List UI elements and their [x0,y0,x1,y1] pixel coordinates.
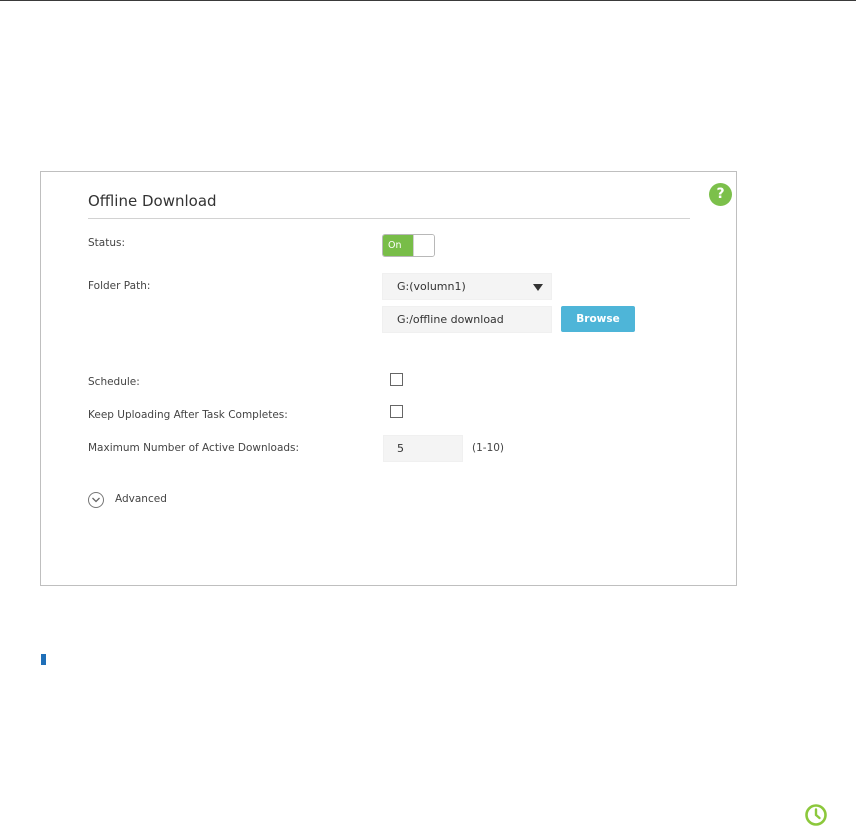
max-downloads-label: Maximum Number of Active Downloads: [88,442,300,454]
top-divider [0,0,856,1]
toggle-knob [413,235,434,256]
max-downloads-input[interactable]: 5 [383,435,463,462]
dropdown-arrow-icon [533,284,543,291]
schedule-checkbox[interactable] [390,373,403,386]
status-toggle[interactable]: On [382,234,435,257]
max-downloads-range-hint: (1-10) [472,442,505,454]
note-marker [41,654,46,665]
page-title: Offline Download [88,192,217,210]
folder-path-input[interactable]: G:/offline download [382,306,552,333]
keep-uploading-label: Keep Uploading After Task Completes: [88,409,288,421]
chevron-down-icon [92,497,100,503]
title-divider [88,218,690,219]
advanced-toggle[interactable]: Advanced [115,493,167,505]
volume-select-value: G:(volumn1) [397,280,466,293]
keep-uploading-checkbox[interactable] [390,405,403,418]
clock-icon [805,804,827,826]
folder-path-label: Folder Path: [88,280,151,292]
schedule-label: Schedule: [88,376,140,388]
toggle-on-label: On [383,235,413,256]
chevron-down-circle-icon[interactable] [88,492,104,508]
browse-button[interactable]: Browse [561,306,635,332]
status-label: Status: [88,237,125,249]
volume-select[interactable]: G:(volumn1) [382,273,552,300]
help-icon[interactable]: ? [709,183,732,206]
